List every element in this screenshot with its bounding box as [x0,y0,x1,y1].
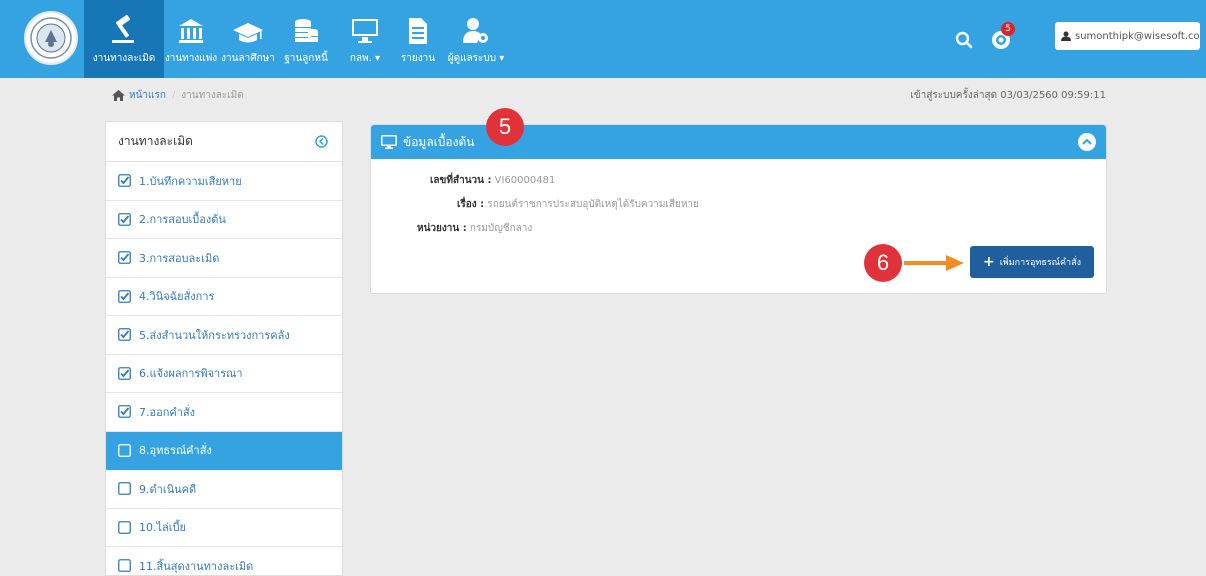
sidebar-item-label: 9.ดำเนินคดี [139,482,197,496]
breadcrumb-separator: / [171,90,176,101]
bank-icon [178,9,204,45]
sidebar-item-litigation[interactable]: 9.ดำเนินคดี [106,470,342,509]
circle-arrow-left-icon[interactable] [315,135,328,148]
nav-admin[interactable]: ผู้ดูแลระบบ ▾ [440,0,512,78]
nav-report[interactable]: รายงาน [396,0,440,78]
sidebar-item-preliminary-inquiry[interactable]: 2.การสอบเบื้องต้น [106,201,342,239]
coins-icon [293,9,319,45]
sidebar-item-notify-result[interactable]: 6.แจ้งผลการพิจารณา [106,355,342,393]
nav-study-leave[interactable]: งานลาศึกษา [218,0,278,78]
sidebar-item-label: 1.บันทึกความเสียหาย [139,174,242,188]
basic-info-panel: ข้อมูลเบื้องต้น เลขที่สำนวน : VI60000481… [370,124,1107,294]
subject-value: รถยนต์ราชการประสบอุบัติเหตุได้รับความเสี… [487,199,699,210]
sidebar-item-close-case[interactable]: 11.สิ้นสุดงานทางละเมิด [106,547,342,576]
sidebar-item-label: 3.การสอบละเมิด [139,251,220,265]
unchecked-box-icon [118,520,131,534]
breadcrumb-home[interactable]: หน้าแรก [112,88,166,103]
agency-field: หน่วยงาน : กรมบัญชีกลาง [417,221,532,236]
sidebar-item-label: 10.ไล่เบี้ย [139,521,186,535]
breadcrumb: หน้าแรก / งานทางละเมิด [112,88,244,103]
unchecked-box-icon [118,559,131,573]
user-gear-icon [463,9,489,45]
nav-label: กลพ. ▾ [349,53,381,64]
subject-label: เรื่อง : [457,199,485,210]
sidebar-item-label: 4.วินิจฉัยสั่งการ [139,290,215,304]
panel-header: ข้อมูลเบื้องต้น [371,125,1106,159]
agency-value: กรมบัญชีกลาง [469,223,533,234]
checked-box-icon [118,174,131,188]
case-no-field: เลขที่สำนวน : VI60000481 [430,173,555,188]
last-login-text: เข้าสู่ระบบครั้งล่าสุด 03/03/2560 09:59:… [910,90,1106,101]
nav-label: งานทางแพ่ง [164,53,218,64]
checked-box-icon [118,251,131,265]
site-logo[interactable] [24,11,78,65]
user-menu-button[interactable]: sumonthipk@wisesoft.co.th ▾ [1055,22,1200,50]
sidebar-item-label: 7.ออกคำสั่ง [139,405,195,419]
checked-box-icon [118,289,131,303]
nav-debtor-base[interactable]: ฐานลูกหนี้ [278,0,334,78]
plus-icon: + [983,254,995,270]
search-icon [955,31,973,49]
panel-title: ข้อมูลเบื้องต้น [403,134,475,149]
subject-field: เรื่อง : รถยนต์ราชการประสบอุบัติเหตุได้ร… [457,197,699,212]
document-icon [408,9,428,45]
case-no-label: เลขที่สำนวน : [430,175,492,186]
sidebar: งานทางละเมิด 1.บันทึกความเสียหาย 2.การสอ… [105,121,343,576]
add-appeal-button[interactable]: + เพิ่มการอุทธรณ์คำสั่ง [970,246,1094,278]
sidebar-item-issue-order[interactable]: 7.ออกคำสั่ง [106,393,342,432]
main-nav: งานทางละเมิด งานทางแพ่ง งานลาศึกษา ฐานลู… [84,0,512,78]
breadcrumb-home-label: หน้าแรก [129,90,166,101]
nav-label: ฐานลูกหนี้ [284,53,328,64]
unchecked-box-icon [118,443,131,457]
chevron-up-icon [1082,138,1092,146]
collapse-button[interactable] [1078,133,1096,151]
nav-label: รายงาน [400,53,436,64]
notification-button[interactable]: 5 [987,22,1021,56]
sidebar-item-send-to-ministry[interactable]: 5.ส่งสำนวนให้กระทรวงการคลัง [106,316,342,355]
step-marker-6: 6 [864,244,902,282]
sidebar-item-label: 2.การสอบเบื้องต้น [139,213,226,227]
sidebar-item-label: 8.อุทธรณ์คำสั่ง [139,444,212,458]
search-button[interactable] [950,26,978,54]
sidebar-item-tort-inquiry[interactable]: 3.การสอบละเมิด [106,239,342,278]
sidebar-item-label: 5.ส่งสำนวนให้กระทรวงการคลัง [139,328,290,342]
nav-label: ผู้ดูแลระบบ ▾ [447,53,505,64]
checked-box-icon [118,366,131,380]
sidebar-header: งานทางละเมิด [106,122,342,162]
user-icon [1061,31,1071,41]
orange-arrow-icon [904,255,964,271]
step-marker-5: 5 [486,108,524,146]
nav-tort[interactable]: งานทางละเมิด [84,0,164,78]
monitor-icon [351,9,379,45]
breadcrumb-current: งานทางละเมิด [181,90,244,101]
gavel-icon [110,9,138,45]
nav-label: งานลาศึกษา [221,53,275,64]
checked-box-icon [118,328,131,342]
user-email: sumonthipk@wisesoft.co.th [1075,30,1200,42]
sidebar-item-recourse[interactable]: 10.ไล่เบี้ย [106,509,342,547]
unchecked-box-icon [118,482,131,496]
sidebar-item-record-damage[interactable]: 1.บันทึกความเสียหาย [106,162,342,201]
nav-civil[interactable]: งานทางแพ่ง [164,0,218,78]
sidebar-item-label: 11.สิ้นสุดงานทางละเมิด [139,559,254,573]
sidebar-item-decision[interactable]: 4.วินิจฉัยสั่งการ [106,278,342,316]
home-icon [112,90,125,101]
case-no-value: VI60000481 [494,175,556,186]
nav-label: งานทางละเมิด [92,53,156,64]
top-navbar: งานทางละเมิด งานทางแพ่ง งานลาศึกษา ฐานลู… [0,0,1206,78]
checked-box-icon [118,212,131,226]
agency-label: หน่วยงาน : [417,223,467,234]
sidebar-title: งานทางละเมิด [118,134,193,148]
checked-box-icon [118,405,131,419]
monitor-icon [381,135,397,149]
notification-badge: 5 [1001,22,1015,36]
sidebar-item-label: 6.แจ้งผลการพิจารณา [139,367,243,381]
graduation-cap-icon [232,9,264,45]
sidebar-item-appeal-order[interactable]: 8.อุทธรณ์คำสั่ง [106,431,342,470]
add-appeal-label: เพิ่มการอุทธรณ์คำสั่ง [999,258,1081,268]
nav-klp[interactable]: กลพ. ▾ [334,0,396,78]
